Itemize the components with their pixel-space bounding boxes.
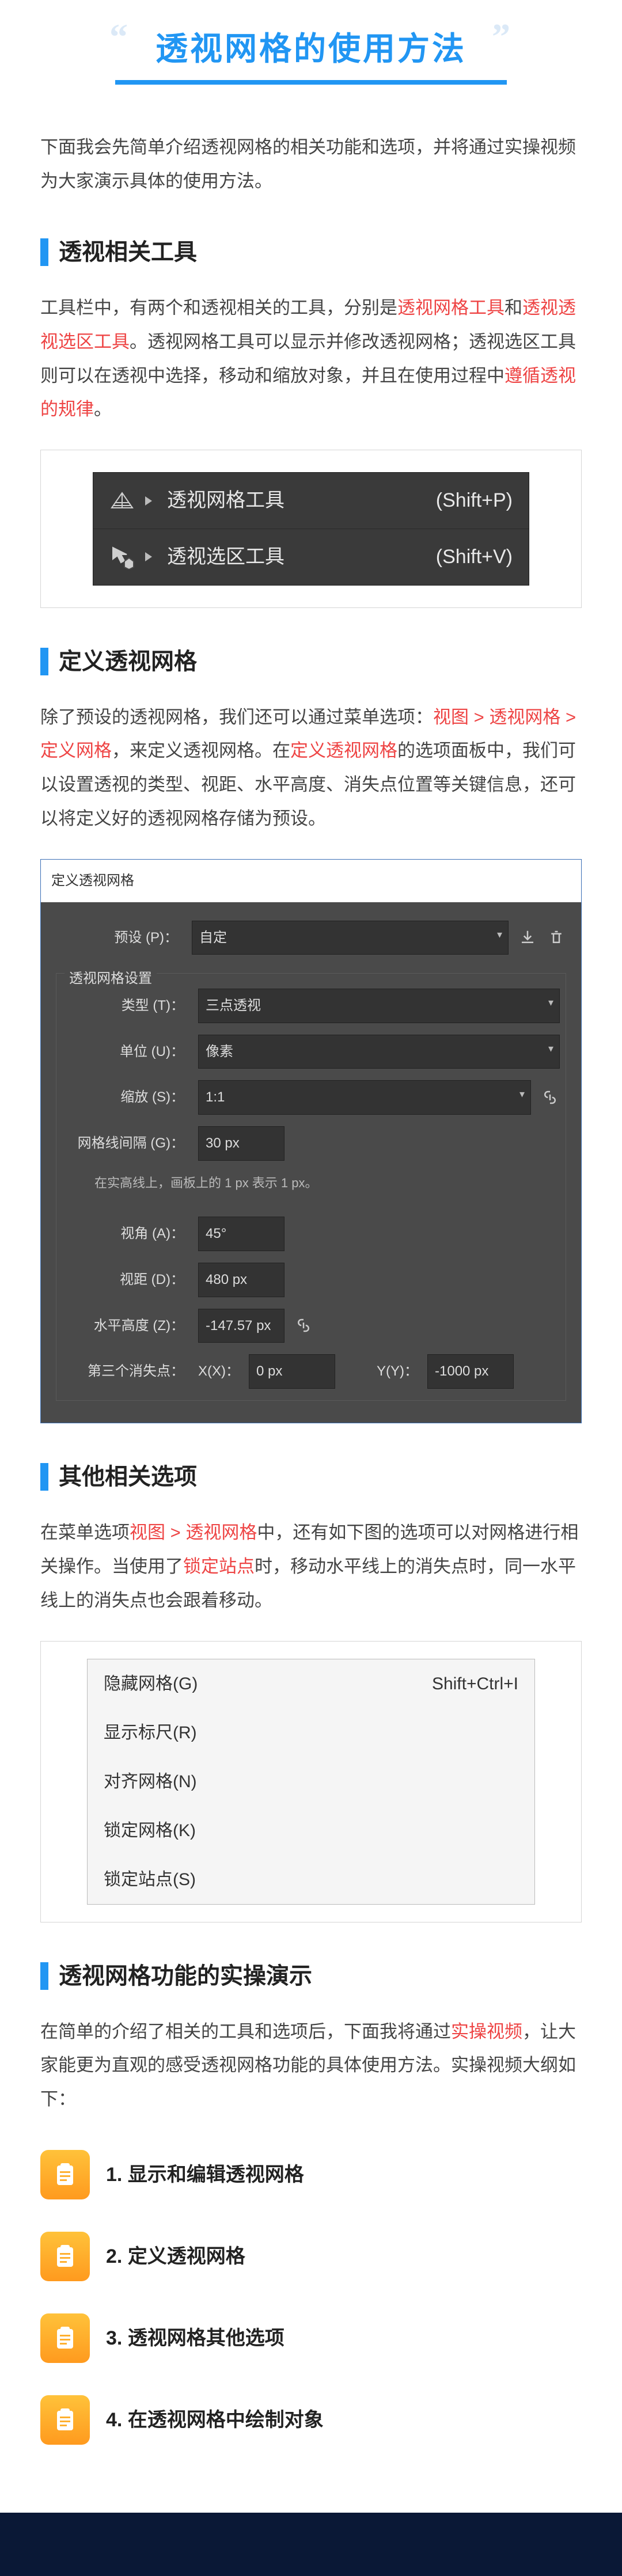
demo-paragraph: 在简单的介绍了相关的工具和选项后，下面我将通过实操视频，让大家能更为直观的感受透… [40,2015,582,2117]
link-icon[interactable] [294,1316,313,1335]
dialog-title: 定义透视网格 [41,860,581,902]
tool-shortcut: (Shift+V) [413,538,513,576]
intro-paragraph: 下面我会先简单介绍透视网格的相关功能和选项，并将通过实操视频为大家演示具体的使用… [40,131,582,199]
distance-input[interactable]: 480 px [198,1263,285,1297]
video-item-1[interactable]: 1. 显示和编辑透视网格 [40,2134,582,2216]
menu-label: 锁定网格(K) [104,1814,196,1847]
angle-label: 视角 (A)： [62,1221,189,1247]
context-menu: 隐藏网格(G) Shift+Ctrl+I 显示标尺(R) 对齐网格(N) 锁定网… [87,1659,535,1905]
scale-label: 缩放 (S)： [62,1084,189,1111]
highlight: 锁定站点 [183,1556,255,1576]
menu-shortcut: Shift+Ctrl+I [432,1667,518,1700]
perspective-grid-icon [109,488,135,514]
third-vp-label: 第三个消失点： [62,1358,189,1385]
video-item-2[interactable]: 2. 定义透视网格 [40,2216,582,2297]
section-heading-other: 其他相关选项 [40,1455,582,1499]
preset-select[interactable]: 自定 [192,921,509,955]
third-x-input[interactable]: 0 px [249,1354,335,1389]
text: 在菜单选项 [40,1522,130,1542]
clipboard-icon [40,2395,90,2445]
text: ，来定义透视网格。在 [112,740,290,761]
dialog-body: 预设 (P)： 自定 透视网格设置 类型 (T)： 三点透视 [41,902,581,1423]
save-preset-icon[interactable] [518,928,537,947]
scale-select[interactable]: 1:1 [198,1080,531,1115]
gap-input[interactable]: 30 px [198,1126,285,1161]
menu-label: 显示标尺(R) [104,1716,197,1749]
text: 工具栏中，有两个和透视相关的工具，分别是 [40,298,397,318]
menu-item-lock-station[interactable]: 锁定站点(S) [88,1855,534,1904]
menu-label: 对齐网格(N) [104,1765,197,1798]
third-y-input[interactable]: -1000 px [427,1354,514,1389]
clipboard-icon [40,2150,90,2199]
highlight: 实操视频 [451,2022,522,2042]
tools-paragraph: 工具栏中，有两个和透视相关的工具，分别是透视网格工具和透视透视选区工具。透视网格… [40,291,582,427]
video-item-4[interactable]: 4. 在透视网格中绘制对象 [40,2379,582,2461]
video-outline-list: 1. 显示和编辑透视网格 2. 定义透视网格 3. 透视网格其他选项 [40,2134,582,2461]
grid-settings-section: 透视网格设置 类型 (T)： 三点透视 单位 (U)： 像素 缩放 (S)： 1… [56,973,566,1401]
flyout-triangle-icon [145,496,152,506]
distance-label: 视距 (D)： [62,1267,189,1293]
page-title: 透视网格的使用方法 [132,23,490,70]
type-select[interactable]: 三点透视 [198,989,560,1023]
angle-input[interactable]: 45° [198,1217,285,1251]
type-label: 类型 (T)： [62,993,189,1019]
unit-label: 单位 (U)： [62,1039,189,1065]
preset-row: 预设 (P)： 自定 [56,915,566,961]
section-label: 透视网格设置 [65,966,157,992]
video-label: 4. 在透视网格中绘制对象 [106,2402,324,2439]
tools-figure: 透视网格工具 (Shift+P) 透视选区工具 (Shift+V) [40,450,582,607]
menu-item-hide-grid[interactable]: 隐藏网格(G) Shift+Ctrl+I [88,1659,534,1708]
horizon-height-input[interactable]: -147.57 px [198,1309,285,1343]
highlight: 视图 > 透视网格 [130,1522,257,1542]
title-bar: 透视网格的使用方法 [0,0,622,102]
highlight: 定义透视网格 [290,740,397,761]
tool-name: 透视选区工具 [167,538,285,576]
menu-item-lock-grid[interactable]: 锁定网格(K) [88,1806,534,1855]
toolbar-panel: 透视网格工具 (Shift+P) 透视选区工具 (Shift+V) [93,472,529,585]
video-label: 3. 透视网格其他选项 [106,2320,285,2357]
section-heading-tools: 透视相关工具 [40,230,582,274]
section-heading-define: 定义透视网格 [40,640,582,683]
menu-figure: 隐藏网格(G) Shift+Ctrl+I 显示标尺(R) 对齐网格(N) 锁定网… [40,1641,582,1922]
gap-label: 网格线间隔 (G)： [62,1130,189,1157]
other-paragraph: 在菜单选项视图 > 透视网格中，还有如下图的选项可以对网格进行相关操作。当使用了… [40,1516,582,1618]
third-x-label: X(X)： [198,1358,240,1385]
preset-label: 预设 (P)： [56,925,183,951]
third-y-label: Y(Y)： [377,1358,418,1385]
title-underline [115,80,507,85]
horizon-height-label: 水平高度 (Z)： [62,1313,189,1339]
text: 。 [94,399,112,419]
menu-label: 锁定站点(S) [104,1863,196,1896]
section-heading-demo: 透视网格功能的实操演示 [40,1954,582,1998]
tool-name: 透视网格工具 [167,482,285,519]
tool-shortcut: (Shift+P) [413,482,513,519]
clipboard-icon [40,2313,90,2363]
tool-perspective-selection[interactable]: 透视选区工具 (Shift+V) [93,529,529,585]
video-label: 1. 显示和编辑透视网格 [106,2156,304,2194]
video-item-3[interactable]: 3. 透视网格其他选项 [40,2297,582,2379]
text: 在简单的介绍了相关的工具和选项后，下面我将通过 [40,2022,451,2042]
menu-item-show-ruler[interactable]: 显示标尺(R) [88,1708,534,1757]
video-label: 2. 定义透视网格 [106,2238,245,2275]
define-paragraph: 除了预设的透视网格，我们还可以通过菜单选项：视图 > 透视网格 > 定义网格，来… [40,701,582,837]
scale-hint: 在实高线上，画板上的 1 px 表示 1 px。 [62,1167,560,1198]
flyout-triangle-icon [145,552,152,561]
tool-perspective-grid[interactable]: 透视网格工具 (Shift+P) [93,473,529,529]
link-icon[interactable] [540,1088,560,1107]
text: 除了预设的透视网格，我们还可以通过菜单选项： [40,707,433,727]
menu-item-align-grid[interactable]: 对齐网格(N) [88,1757,534,1806]
highlight: 透视网格工具 [397,298,505,318]
menu-label: 隐藏网格(G) [104,1667,198,1700]
unit-select[interactable]: 像素 [198,1035,560,1069]
perspective-selection-icon [109,544,135,569]
define-dialog-figure: 定义透视网格 预设 (P)： 自定 透视网格设置 类型 (T)： [40,859,582,1423]
delete-preset-icon[interactable] [547,928,566,947]
text: 和 [505,298,522,318]
clipboard-icon [40,2232,90,2281]
